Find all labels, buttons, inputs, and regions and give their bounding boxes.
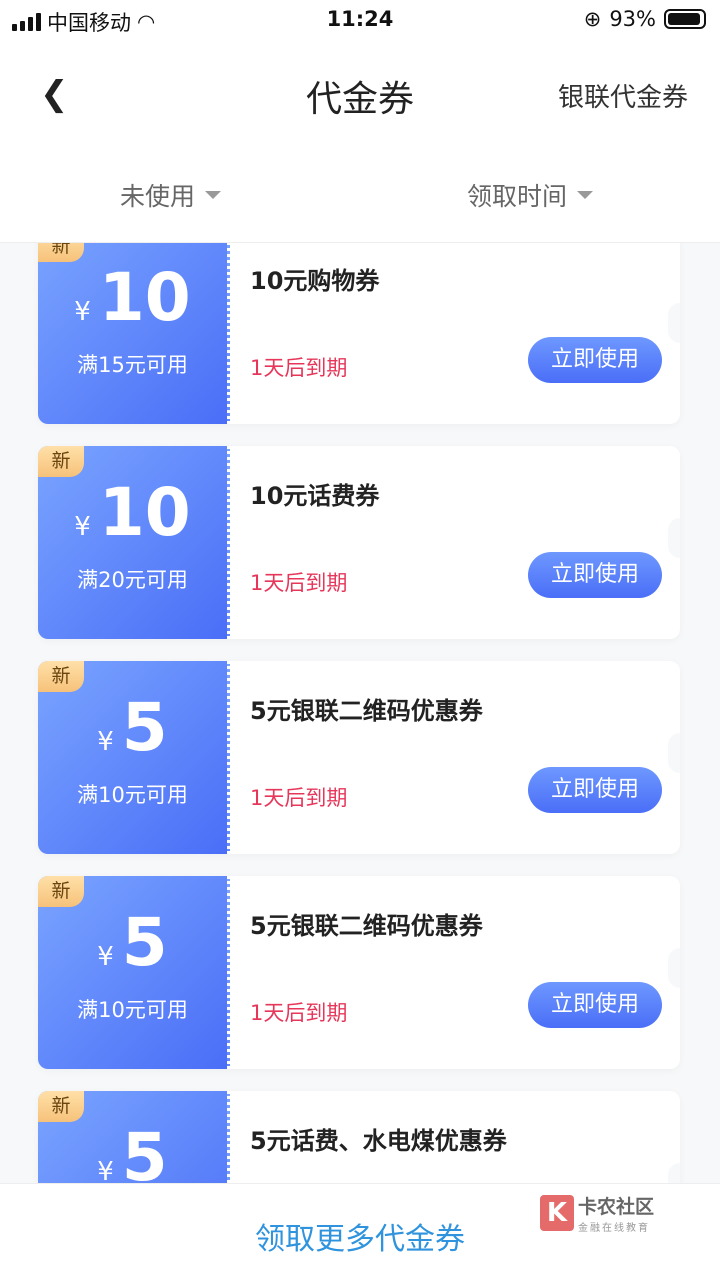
coupon-list[interactable]: 新 ¥10 满15元可用 10元购物券 1天后到期 立即使用 新 ¥10 满20… xyxy=(0,243,720,1183)
coupon-condition: 满10元可用 xyxy=(77,998,188,1022)
currency-symbol: ¥ xyxy=(74,512,91,542)
coupon-card[interactable]: 新 ¥5 满10元可用 5元银联二维码优惠券 1天后到期 立即使用 xyxy=(38,876,680,1069)
coupon-name: 10元购物券 xyxy=(250,267,380,295)
status-filter-label: 未使用 xyxy=(120,182,196,211)
amount-value: 10 xyxy=(98,259,191,336)
coupon-expiry: 1天后到期 xyxy=(250,1001,348,1025)
card-notch xyxy=(668,303,680,343)
coupon-expiry: 1天后到期 xyxy=(250,571,348,595)
footer: 领取更多代金券 K 卡农社区 金融在线教育 xyxy=(0,1183,720,1280)
coupon-amount: ¥10 xyxy=(38,259,227,336)
coupon-value-panel: 新 ¥5 满10元可用 xyxy=(38,661,230,854)
coupon-condition: 满10元可用 xyxy=(77,783,188,807)
amount-value: 5 xyxy=(121,1119,168,1183)
use-now-button[interactable]: 立即使用 xyxy=(528,982,662,1028)
coupon-expiry: 1天后到期 xyxy=(250,356,348,380)
currency-symbol: ¥ xyxy=(97,727,114,757)
coupon-card[interactable]: 新 ¥5 5元话费、水电煤优惠券 xyxy=(38,1091,680,1183)
card-notch xyxy=(668,948,680,988)
currency-symbol: ¥ xyxy=(97,1157,114,1183)
watermark-subtitle: 金融在线教育 xyxy=(578,1223,650,1234)
header: ❮ 代金券 银联代金券 未使用 领取时间 xyxy=(0,40,720,243)
coupon-value-panel: 新 ¥5 满10元可用 xyxy=(38,876,230,1069)
coupon-card[interactable]: 新 ¥5 满10元可用 5元银联二维码优惠券 1天后到期 立即使用 xyxy=(38,661,680,854)
new-badge: 新 xyxy=(38,661,84,692)
coupon-value-panel: 新 ¥5 xyxy=(38,1091,230,1183)
watermark-title: 卡农社区 xyxy=(578,1196,655,1218)
coupon-condition: 满20元可用 xyxy=(77,568,188,592)
coupon-amount: ¥5 xyxy=(38,904,227,981)
status-filter-dropdown[interactable]: 未使用 xyxy=(120,177,222,213)
coupon-expiry: 1天后到期 xyxy=(250,786,348,810)
coupon-name: 10元话费券 xyxy=(250,482,380,510)
use-now-button[interactable]: 立即使用 xyxy=(528,337,662,383)
watermark-logo-icon: K xyxy=(540,1195,574,1231)
orientation-lock-icon: ⊕ xyxy=(583,7,602,31)
use-now-button[interactable]: 立即使用 xyxy=(528,767,662,813)
coupon-amount: ¥5 xyxy=(38,689,227,766)
new-badge: 新 xyxy=(38,876,84,907)
amount-value: 10 xyxy=(98,474,191,551)
amount-value: 5 xyxy=(121,689,168,766)
sort-filter-dropdown[interactable]: 领取时间 xyxy=(467,177,594,213)
battery-icon xyxy=(664,9,706,29)
new-badge: 新 xyxy=(38,446,84,477)
card-notch xyxy=(668,1163,680,1183)
use-now-button[interactable]: 立即使用 xyxy=(528,552,662,598)
unionpay-coupons-link[interactable]: 银联代金券 xyxy=(558,77,688,114)
caret-down-icon xyxy=(577,191,594,199)
caret-down-icon xyxy=(205,191,222,199)
coupon-condition: 满15元可用 xyxy=(77,353,188,377)
coupon-name: 5元话费、水电煤优惠券 xyxy=(250,1127,507,1155)
amount-value: 5 xyxy=(121,904,168,981)
coupon-value-panel: 新 ¥10 满15元可用 xyxy=(38,243,230,424)
coupon-name: 5元银联二维码优惠券 xyxy=(250,912,483,940)
coupon-name: 5元银联二维码优惠券 xyxy=(250,697,483,725)
currency-symbol: ¥ xyxy=(74,297,91,327)
coupon-value-panel: 新 ¥10 满20元可用 xyxy=(38,446,230,639)
watermark: K 卡农社区 金融在线教育 xyxy=(540,1192,654,1234)
battery-percent: 93% xyxy=(609,7,656,31)
card-notch xyxy=(668,518,680,558)
coupon-amount: ¥10 xyxy=(38,474,227,551)
sort-filter-label: 领取时间 xyxy=(467,182,568,211)
status-bar: 中国移动 ◠ 11:24 ⊕ 93% xyxy=(0,0,720,40)
coupon-amount: ¥5 xyxy=(38,1119,227,1183)
coupon-card[interactable]: 新 ¥10 满20元可用 10元话费券 1天后到期 立即使用 xyxy=(38,446,680,639)
coupon-card[interactable]: 新 ¥10 满15元可用 10元购物券 1天后到期 立即使用 xyxy=(38,243,680,424)
currency-symbol: ¥ xyxy=(97,942,114,972)
new-badge: 新 xyxy=(38,1091,84,1122)
card-notch xyxy=(668,733,680,773)
